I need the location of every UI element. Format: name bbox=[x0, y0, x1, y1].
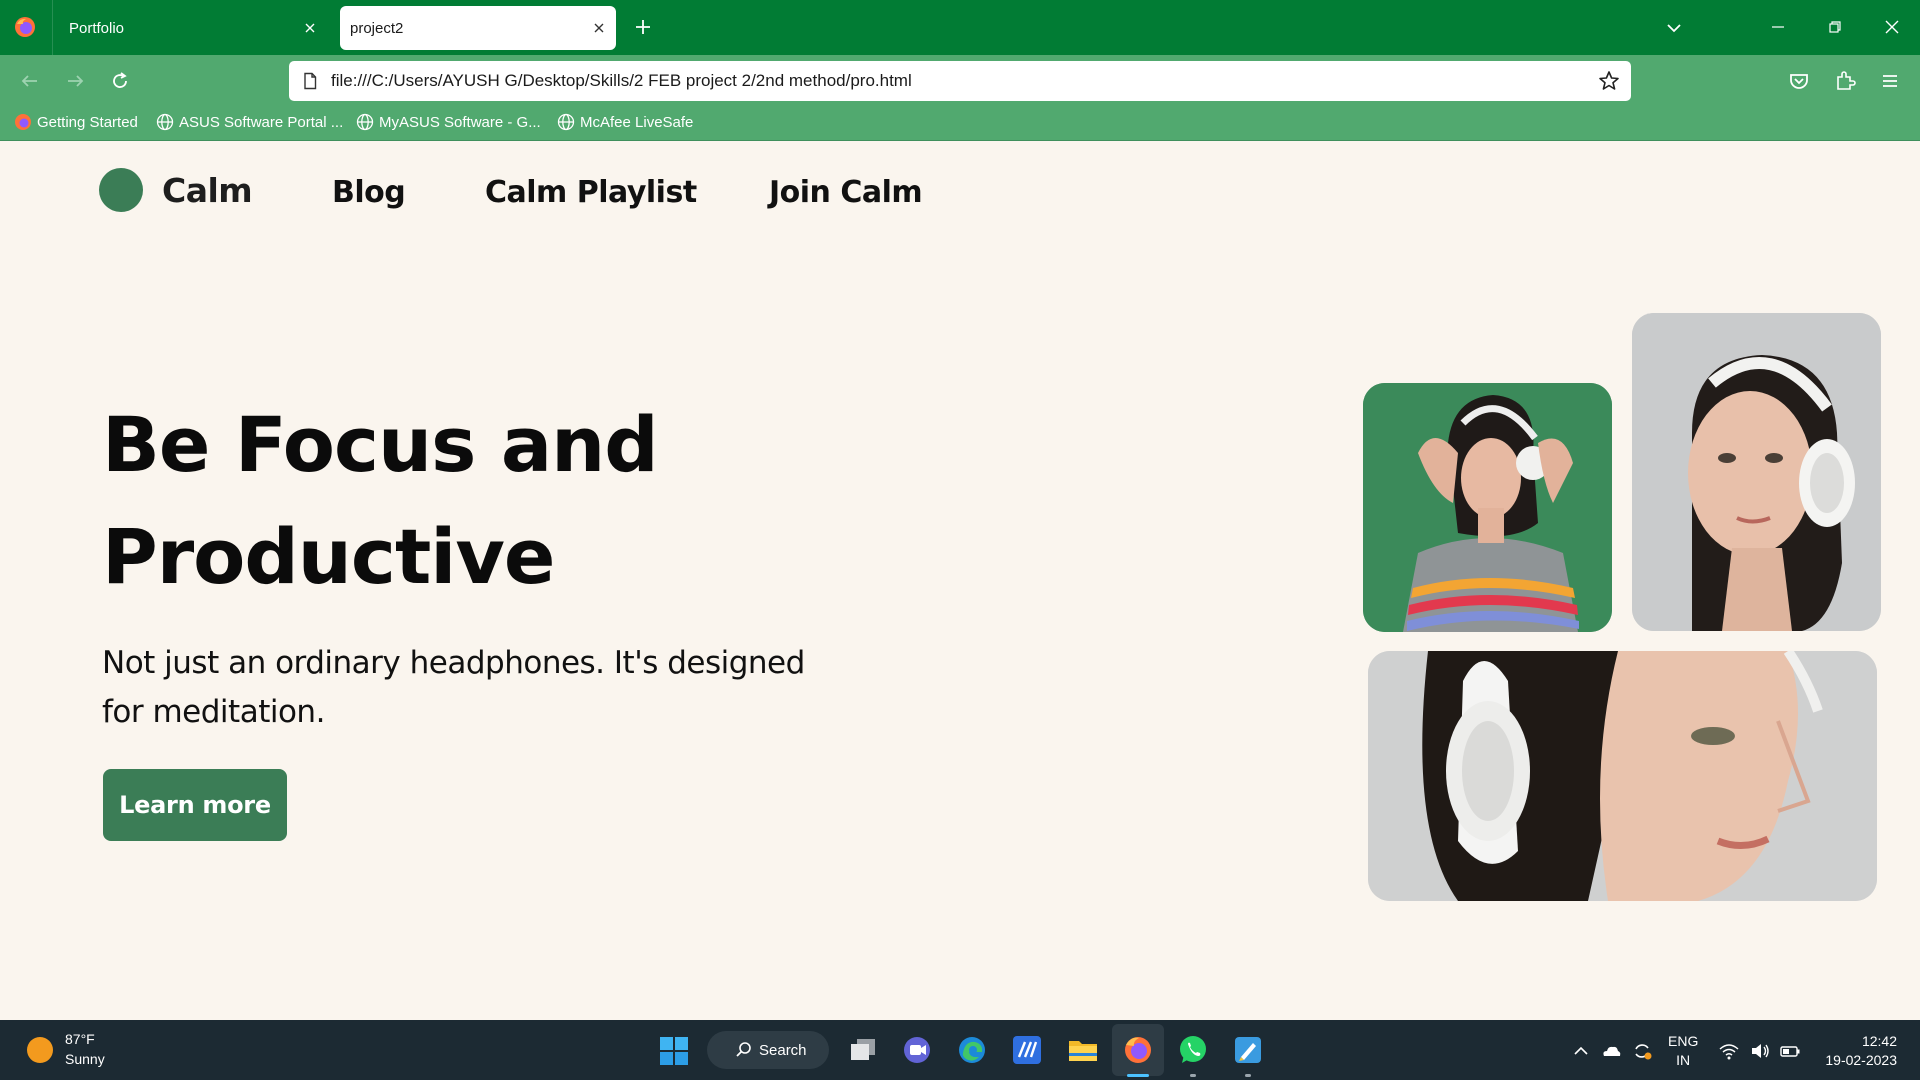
language-region: IN bbox=[1676, 1052, 1691, 1068]
search-icon bbox=[736, 1042, 751, 1057]
globe-icon bbox=[156, 113, 174, 131]
forward-icon[interactable] bbox=[62, 68, 88, 94]
clock[interactable]: 12:42 19-02-2023 bbox=[1815, 1032, 1897, 1070]
chevron-down-icon[interactable] bbox=[1663, 17, 1685, 39]
woman-headphones-portrait-photo bbox=[1632, 313, 1881, 631]
sun-icon[interactable] bbox=[27, 1037, 53, 1063]
close-window-icon[interactable] bbox=[1881, 16, 1903, 38]
new-tab-icon[interactable] bbox=[631, 15, 655, 39]
firefox-icon[interactable] bbox=[14, 16, 36, 38]
pocket-icon[interactable] bbox=[1786, 68, 1812, 94]
hero-title: Be Focus and Productive bbox=[102, 389, 862, 613]
hero-subtitle: Not just an ordinary headphones. It's de… bbox=[102, 645, 805, 730]
page-icon bbox=[304, 72, 317, 90]
bookmark-star-icon[interactable] bbox=[1597, 69, 1621, 93]
weather-temperature[interactable]: 87°F bbox=[65, 1031, 95, 1047]
woman-headphones-closeup-photo bbox=[1368, 651, 1877, 901]
hero-title-line-2: Productive bbox=[102, 512, 555, 601]
logo-mark[interactable] bbox=[99, 168, 143, 212]
language-indicator[interactable]: ENG IN bbox=[1668, 1032, 1698, 1070]
url-text[interactable]: file:///C:/Users/AYUSH G/Desktop/Skills/… bbox=[331, 71, 912, 91]
web-page: Calm Blog Calm Playlist Join Calm Be Foc… bbox=[0, 141, 1920, 1020]
back-icon[interactable] bbox=[17, 68, 43, 94]
sync-icon[interactable] bbox=[1631, 1040, 1653, 1062]
woman-headphones-green-photo bbox=[1363, 383, 1612, 632]
bookmark-myasus[interactable]: MyASUS Software - G... bbox=[356, 113, 541, 131]
active-app-indicator bbox=[1127, 1074, 1149, 1077]
browser-tab-bar: Portfolio project2 bbox=[0, 0, 1920, 55]
onedrive-icon[interactable] bbox=[1600, 1040, 1622, 1062]
volume-icon[interactable] bbox=[1749, 1040, 1771, 1062]
bookmark-asus-portal[interactable]: ASUS Software Portal ... bbox=[156, 113, 343, 131]
menu-icon[interactable] bbox=[1877, 68, 1903, 94]
nav-link-blog[interactable]: Blog bbox=[332, 175, 406, 210]
battery-icon[interactable] bbox=[1779, 1040, 1801, 1062]
globe-icon bbox=[557, 113, 575, 131]
whatsapp-icon[interactable] bbox=[1176, 1033, 1210, 1067]
tab-project2[interactable]: project2 bbox=[340, 6, 616, 50]
bookmark-getting-started[interactable]: Getting Started bbox=[14, 113, 138, 131]
close-tab-icon[interactable] bbox=[301, 19, 319, 37]
minimize-icon[interactable] bbox=[1768, 17, 1788, 37]
address-bar[interactable]: file:///C:/Users/AYUSH G/Desktop/Skills/… bbox=[289, 61, 1631, 101]
nav-link-calm-playlist[interactable]: Calm Playlist bbox=[485, 175, 697, 210]
teams-icon[interactable] bbox=[900, 1033, 934, 1067]
close-tab-icon[interactable] bbox=[590, 19, 608, 37]
extensions-icon[interactable] bbox=[1832, 68, 1858, 94]
bookmark-mcafee[interactable]: McAfee LiveSafe bbox=[557, 113, 693, 131]
restore-icon[interactable] bbox=[1825, 17, 1845, 37]
weather-condition[interactable]: Sunny bbox=[65, 1051, 105, 1067]
hero-title-line-1: Be Focus and bbox=[102, 400, 659, 489]
clock-time: 12:42 bbox=[1861, 1033, 1897, 1049]
taskbar-search[interactable]: Search bbox=[707, 1031, 829, 1069]
logo-text[interactable]: Calm bbox=[162, 171, 253, 210]
tab-portfolio[interactable]: Portfolio bbox=[52, 6, 327, 50]
paint-icon[interactable] bbox=[1231, 1033, 1265, 1067]
firefox-icon bbox=[15, 114, 31, 130]
clock-date: 19-02-2023 bbox=[1825, 1052, 1897, 1068]
chevron-up-icon[interactable] bbox=[1570, 1040, 1592, 1062]
firefox-icon[interactable] bbox=[1121, 1033, 1155, 1067]
globe-icon bbox=[356, 113, 374, 131]
reload-icon[interactable] bbox=[107, 68, 133, 94]
search-label: Search bbox=[759, 1041, 807, 1059]
browser-toolbar: file:///C:/Users/AYUSH G/Desktop/Skills/… bbox=[0, 55, 1920, 107]
vs-code-icon[interactable] bbox=[1010, 1033, 1044, 1067]
bookmark-label: Getting Started bbox=[37, 113, 138, 131]
edge-icon[interactable] bbox=[955, 1033, 989, 1067]
tab-label: Portfolio bbox=[69, 19, 125, 37]
tab-label: project2 bbox=[350, 19, 404, 37]
running-app-indicator bbox=[1245, 1074, 1251, 1077]
running-app-indicator bbox=[1190, 1074, 1196, 1077]
windows-start-icon[interactable] bbox=[659, 1036, 689, 1066]
bookmark-label: MyASUS Software - G... bbox=[379, 113, 541, 131]
bookmark-label: ASUS Software Portal ... bbox=[179, 113, 344, 131]
language-code: ENG bbox=[1668, 1033, 1699, 1049]
bookmarks-bar: Getting Started ASUS Software Portal ...… bbox=[0, 107, 1920, 141]
bookmark-label: McAfee LiveSafe bbox=[580, 113, 694, 131]
task-view-icon[interactable] bbox=[846, 1033, 880, 1067]
wifi-icon[interactable] bbox=[1718, 1040, 1740, 1062]
file-explorer-icon[interactable] bbox=[1066, 1033, 1100, 1067]
nav-link-join-calm[interactable]: Join Calm bbox=[769, 175, 923, 210]
taskbar: 87°F Sunny Search ENG IN 12:42 19-02-202… bbox=[0, 1020, 1920, 1080]
learn-more-button[interactable]: Learn more bbox=[103, 769, 287, 841]
